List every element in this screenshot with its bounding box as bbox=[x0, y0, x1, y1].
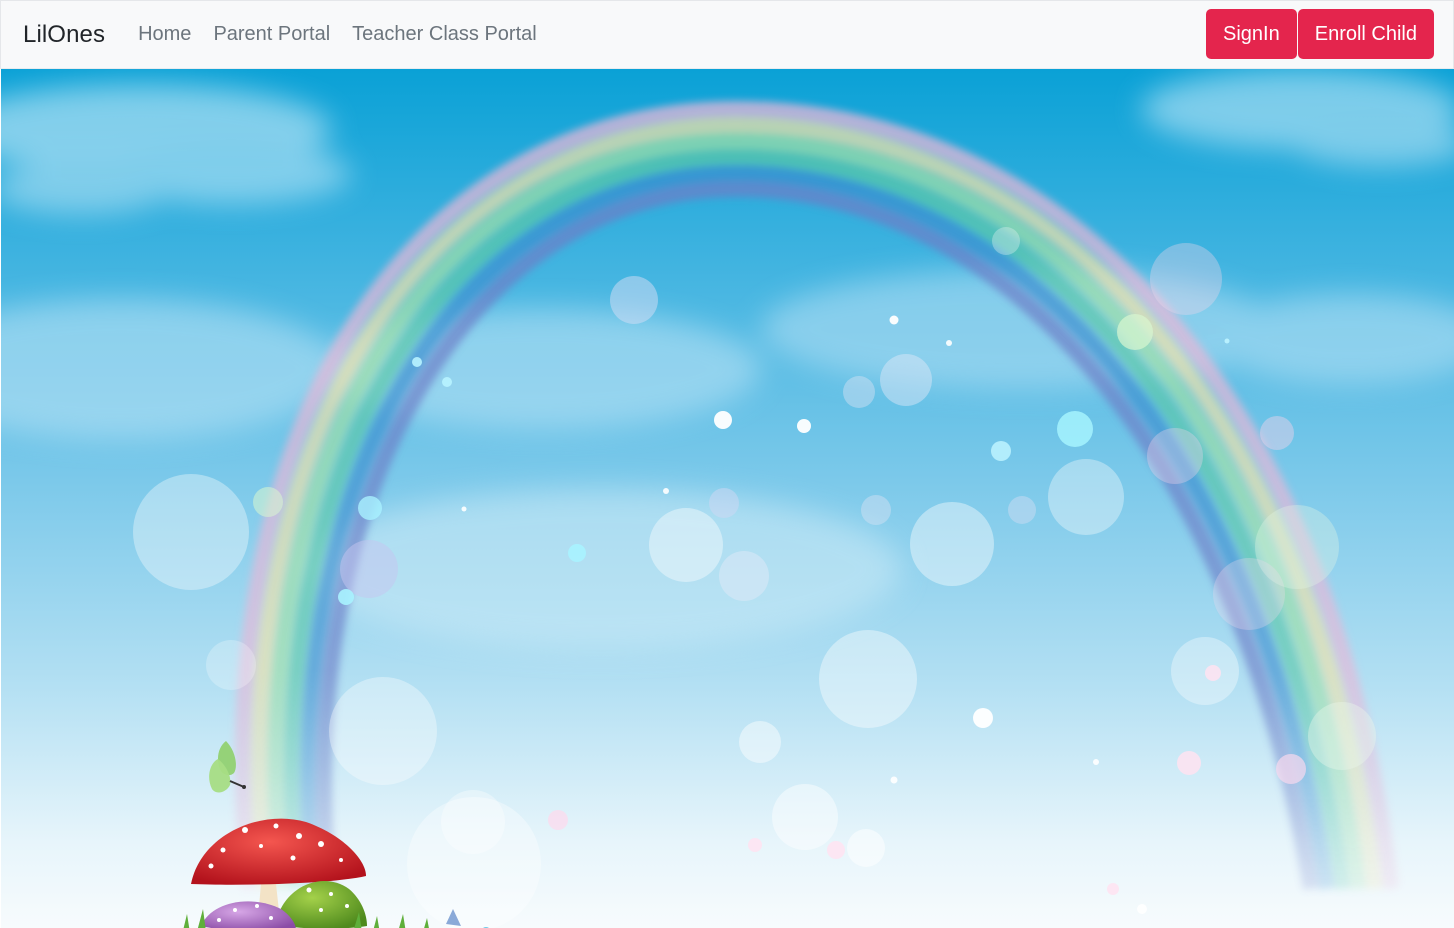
nav-links: Home Parent Portal Teacher Class Portal bbox=[127, 23, 548, 46]
hero-illustration bbox=[1, 69, 1454, 928]
nav-link-teacher-class-portal[interactable]: Teacher Class Portal bbox=[341, 23, 548, 46]
nav-link-parent-portal[interactable]: Parent Portal bbox=[202, 23, 341, 46]
brand-logo[interactable]: LilOnes bbox=[23, 21, 105, 49]
signin-button[interactable]: SignIn bbox=[1206, 9, 1297, 59]
enroll-child-button[interactable]: Enroll Child bbox=[1297, 9, 1434, 59]
page: LilOnes Home Parent Portal Teacher Class… bbox=[0, 0, 1454, 928]
nav-actions: SignIn Enroll Child bbox=[1206, 9, 1434, 59]
hero-banner bbox=[1, 69, 1454, 928]
top-navbar: LilOnes Home Parent Portal Teacher Class… bbox=[0, 0, 1454, 69]
nav-link-home[interactable]: Home bbox=[127, 23, 202, 46]
